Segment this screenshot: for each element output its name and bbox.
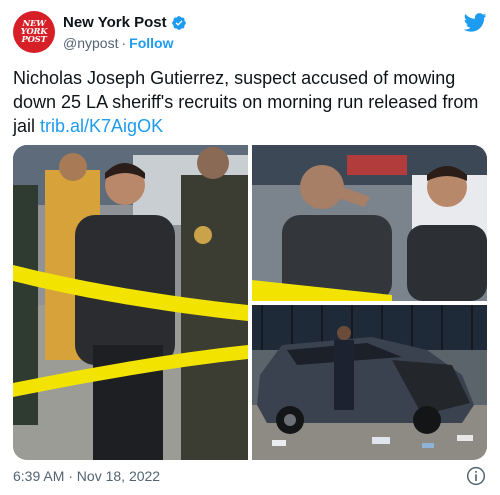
tweet-body: Nicholas Joseph Gutierrez, suspect accus… bbox=[13, 66, 487, 138]
verified-badge-icon bbox=[171, 15, 186, 30]
tweet-timestamp[interactable]: 6:39 AM · Nov 18, 2022 bbox=[13, 468, 160, 484]
separator-dot: · bbox=[121, 35, 127, 51]
avatar-text-line: POST bbox=[21, 35, 47, 45]
author-name-row: New York Post bbox=[63, 14, 187, 31]
photo-suspect-drawing bbox=[13, 145, 248, 460]
photo-suspect[interactable] bbox=[13, 145, 248, 460]
photo-crash-scene[interactable] bbox=[252, 305, 487, 460]
avatar[interactable]: NEW YORK POST bbox=[13, 11, 55, 53]
handle-row: @nypost · Follow bbox=[63, 35, 173, 51]
author-name[interactable]: New York Post bbox=[63, 14, 167, 31]
twitter-bird-icon[interactable] bbox=[464, 13, 487, 32]
tweet-card: NEW YORK POST New York Post @nypost · Foll… bbox=[0, 0, 500, 495]
tweet-link[interactable]: trib.al/K7AigOK bbox=[40, 116, 163, 136]
info-icon[interactable] bbox=[466, 466, 486, 486]
photo-crash-scene-drawing bbox=[252, 305, 487, 460]
follow-button[interactable]: Follow bbox=[129, 35, 173, 51]
photo-officer-salute[interactable] bbox=[252, 145, 487, 301]
author-handle[interactable]: @nypost bbox=[63, 35, 118, 51]
photo-grid bbox=[13, 145, 487, 460]
photo-officer-salute-drawing bbox=[252, 145, 487, 301]
